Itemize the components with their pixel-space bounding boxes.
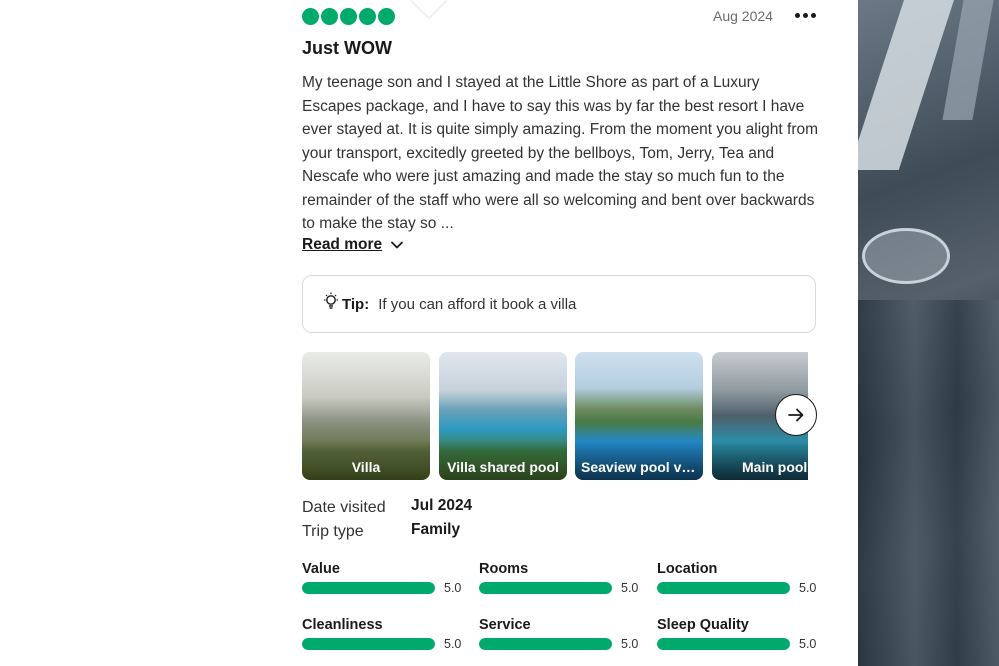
rating-bubble: [321, 8, 338, 25]
rating-score: 5.0: [621, 637, 639, 651]
rating-name: Cleanliness: [302, 617, 383, 633]
arrow-right-icon: [788, 408, 804, 422]
rating-score: 5.0: [799, 581, 817, 595]
rating-bar-fill: [479, 638, 612, 650]
tip-text: If you can afford it book a villa: [378, 295, 577, 313]
photo-caption: Villa: [302, 440, 430, 480]
more-options-icon[interactable]: [795, 13, 816, 18]
photo-thumbnail[interactable]: Villa: [302, 352, 430, 480]
trip-type-value: Family: [411, 521, 461, 538]
rating-name: Service: [479, 617, 531, 633]
rating-value: Value 5.0: [302, 561, 472, 595]
rating-bar: [479, 638, 612, 650]
photo-carousel: Villa Villa shared pool Seaview pool vil…: [302, 352, 808, 480]
rating-bar-fill: [657, 638, 790, 650]
rating-name: Rooms: [479, 561, 529, 577]
rating-cleanliness: Cleanliness 5.0: [302, 617, 472, 651]
rating-bubble: [302, 8, 319, 25]
rating-bubbles: [302, 8, 395, 25]
rating-sleep-quality: Sleep Quality 5.0: [657, 617, 827, 651]
rating-name: Sleep Quality: [657, 617, 749, 633]
rating-bubble: [340, 8, 357, 25]
chevron-down-icon: [391, 241, 404, 249]
side-photo: [858, 0, 999, 666]
rating-bar: [302, 638, 435, 650]
rating-name: Value: [302, 561, 340, 577]
photo-thumbnail[interactable]: Villa shared pool: [439, 352, 567, 480]
rating-bar-fill: [302, 638, 435, 650]
rating-rooms: Rooms 5.0: [479, 561, 649, 595]
carousel-next-button[interactable]: [775, 394, 817, 436]
rating-bar-fill: [479, 582, 612, 594]
card-pointer: [410, 0, 448, 18]
rating-name: Location: [657, 561, 718, 577]
photo-caption: Villa shared pool: [439, 440, 567, 480]
review-date: Aug 2024: [713, 8, 773, 24]
rating-bar: [657, 582, 790, 594]
rating-score: 5.0: [444, 581, 462, 595]
lightbulb-icon: [324, 292, 338, 309]
rating-bar: [657, 638, 790, 650]
tip-label: Tip:: [342, 295, 370, 313]
photo-caption: Main pool: [712, 440, 808, 480]
rating-bar-fill: [302, 582, 435, 594]
date-visited-value: Jul 2024: [411, 497, 473, 514]
read-more-button[interactable]: Read more: [302, 236, 404, 254]
rating-bar: [302, 582, 435, 594]
rating-bubble: [378, 8, 395, 25]
rating-score: 5.0: [621, 581, 639, 595]
review-title: Just WOW: [302, 38, 392, 58]
rating-location: Location 5.0: [657, 561, 827, 595]
rating-service: Service 5.0: [479, 617, 649, 651]
rating-score: 5.0: [444, 637, 462, 651]
rating-bar: [479, 582, 612, 594]
date-visited-label: Date visited: [302, 499, 386, 516]
photo-caption: Seaview pool villa: [575, 440, 703, 480]
rating-bubble: [359, 8, 376, 25]
rating-bar-fill: [657, 582, 790, 594]
photo-thumbnail[interactable]: Seaview pool villa: [575, 352, 703, 480]
rating-score: 5.0: [799, 637, 817, 651]
tip-box: Tip: If you can afford it book a villa: [302, 275, 816, 333]
read-more-label: Read more: [302, 236, 383, 253]
trip-type-label: Trip type: [302, 523, 364, 540]
review-body: My teenage son and I stayed at the Littl…: [302, 74, 819, 232]
